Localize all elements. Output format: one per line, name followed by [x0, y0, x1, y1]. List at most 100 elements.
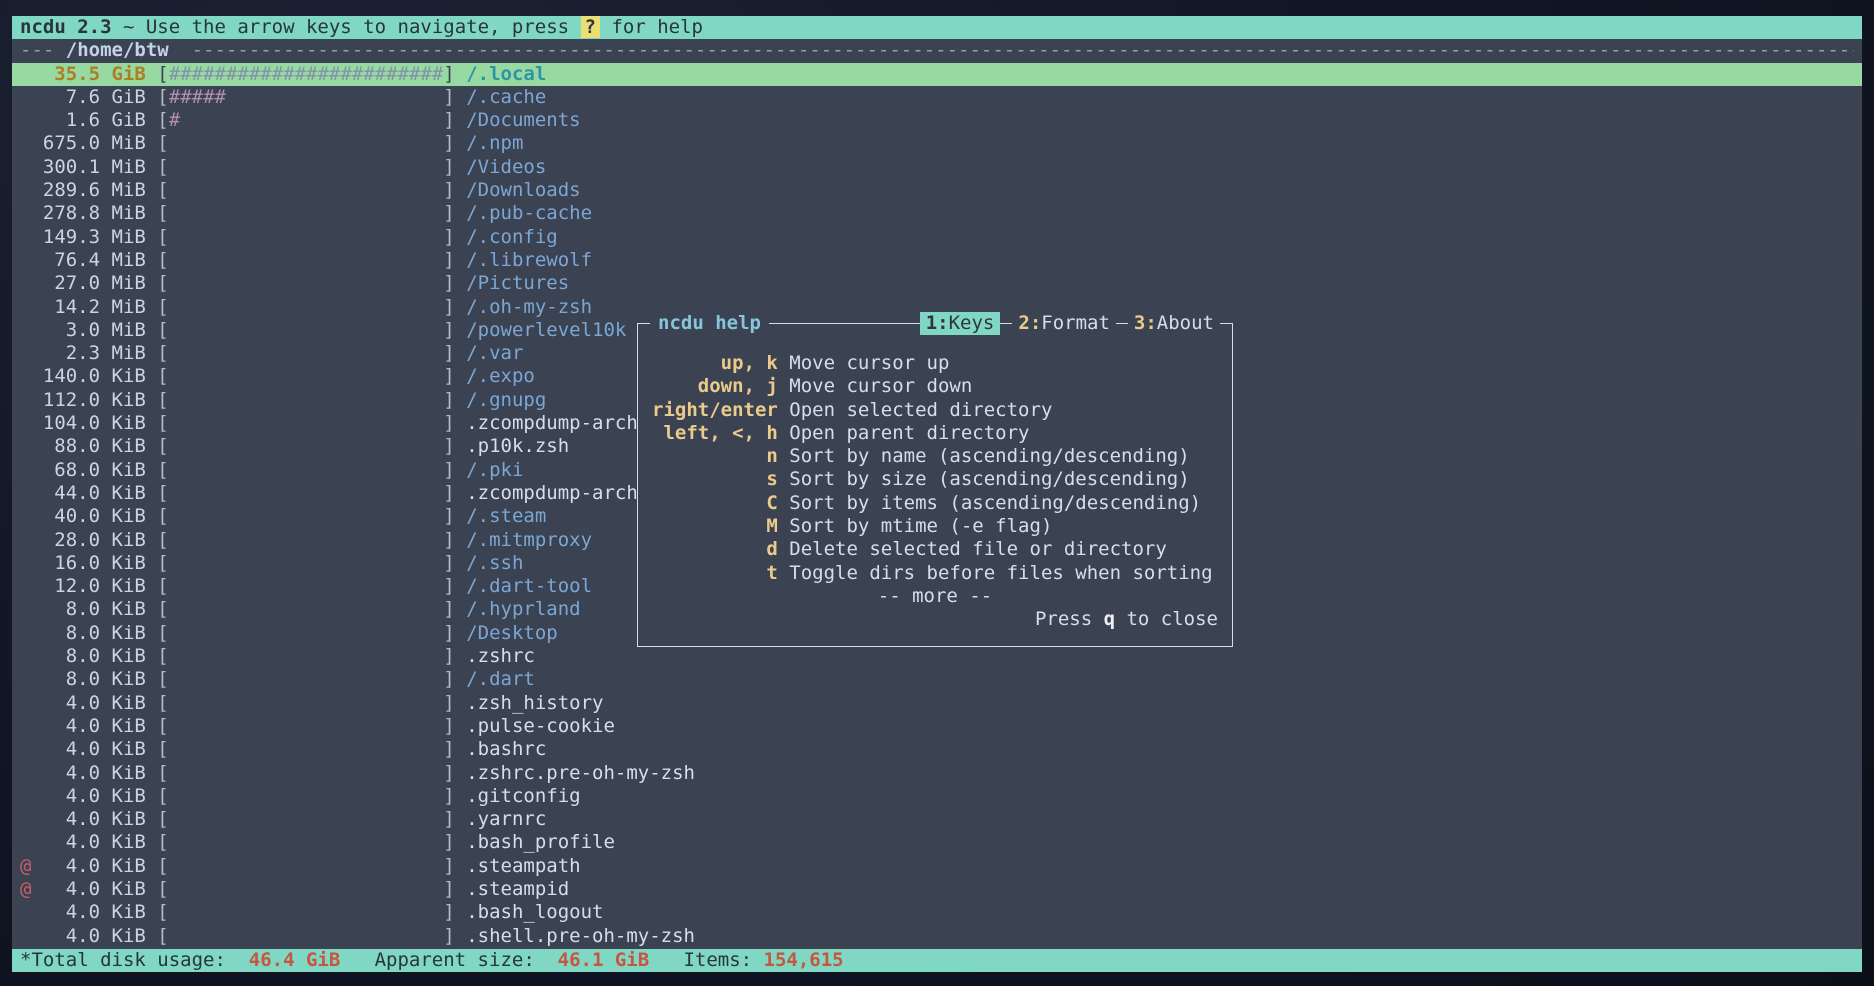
- file-size-unit: GiB: [112, 109, 146, 131]
- file-name: /.ssh: [466, 552, 523, 574]
- file-row[interactable]: 76.4 MiB [] /.librewolf: [12, 249, 1862, 272]
- file-name: .pulse-cookie: [466, 715, 615, 737]
- bar-close-bracket: ]: [443, 435, 454, 457]
- file-row[interactable]: 4.0 KiB [] .bash_profile: [12, 831, 1862, 854]
- bar-close-bracket: ]: [443, 925, 454, 947]
- help-entry-keys: C: [652, 492, 778, 515]
- tab-label: Format: [1041, 312, 1110, 334]
- file-row[interactable]: 1.6 GiB [#] /Documents: [12, 109, 1862, 132]
- file-row[interactable]: 675.0 MiB [] /.npm: [12, 132, 1862, 155]
- file-size: 300.1: [43, 156, 100, 179]
- help-entry-description: Sort by size (ascending/descending): [789, 468, 1189, 490]
- help-entry-description: Sort by mtime (-e flag): [789, 515, 1052, 537]
- file-size-unit: KiB: [112, 762, 146, 784]
- file-name: .p10k.zsh: [466, 435, 569, 457]
- file-size-unit: KiB: [112, 831, 146, 853]
- file-row[interactable]: 8.0 KiB [] .zshrc: [12, 645, 1862, 668]
- file-name: /Videos: [466, 156, 546, 178]
- file-size: 675.0: [43, 132, 100, 155]
- file-row[interactable]: 4.0 KiB [] .gitconfig: [12, 785, 1862, 808]
- file-row[interactable]: 4.0 KiB [] .bashrc: [12, 738, 1862, 761]
- file-size: 4.0: [43, 785, 100, 808]
- file-size-unit: MiB: [112, 272, 146, 294]
- file-size: 8.0: [43, 622, 100, 645]
- bar-close-bracket: ]: [443, 319, 454, 341]
- total-disk-usage-label: *Total disk usage:: [20, 949, 226, 971]
- file-size: 4.0: [43, 855, 100, 878]
- file-row[interactable]: 35.5 GiB [########################] /.lo…: [12, 63, 1862, 86]
- file-size-unit: KiB: [112, 622, 146, 644]
- help-entry: d Delete selected file or directory: [638, 538, 1232, 561]
- file-name: /.local: [466, 63, 546, 85]
- current-path: /home/btw: [54, 39, 180, 62]
- file-size: 149.3: [43, 226, 100, 249]
- help-entry-description: Sort by items (ascending/descending): [789, 492, 1201, 514]
- file-size-unit: KiB: [112, 482, 146, 504]
- file-size: 4.0: [43, 831, 100, 854]
- path-dash-fill: ----------------------------------------…: [180, 39, 1854, 62]
- file-name: /.var: [466, 342, 523, 364]
- file-size-unit: KiB: [112, 459, 146, 481]
- file-name: /Documents: [466, 109, 580, 131]
- help-entry-description: Open parent directory: [789, 422, 1029, 444]
- file-size: 4.0: [43, 762, 100, 785]
- app-title: ncdu 2.3: [20, 16, 112, 38]
- file-row[interactable]: 278.8 MiB [] /.pub-cache: [12, 202, 1862, 225]
- file-size: 16.0: [43, 552, 100, 575]
- bar-open-bracket: [: [157, 272, 168, 294]
- file-row[interactable]: 4.0 KiB [] .zsh_history: [12, 692, 1862, 715]
- file-row[interactable]: 4.0 KiB [] .pulse-cookie: [12, 715, 1862, 738]
- bar-open-bracket: [: [157, 925, 168, 947]
- help-dialog-tab[interactable]: 3:About: [1128, 312, 1220, 335]
- bar-close-bracket: ]: [443, 296, 454, 318]
- symlink-flag-icon: @: [20, 878, 43, 901]
- file-row[interactable]: 289.6 MiB [] /Downloads: [12, 179, 1862, 202]
- help-entry: C Sort by items (ascending/descending): [638, 492, 1232, 515]
- file-name: .bash_logout: [466, 901, 603, 923]
- file-row[interactable]: 27.0 MiB [] /Pictures: [12, 272, 1862, 295]
- bar-close-bracket: ]: [443, 668, 454, 690]
- header-bar: ncdu 2.3 ~ Use the arrow keys to navigat…: [12, 16, 1862, 39]
- help-entry-keys: s: [652, 468, 778, 491]
- file-row[interactable]: 7.6 GiB [#####] /.cache: [12, 86, 1862, 109]
- file-row[interactable]: 4.0 KiB [] .bash_logout: [12, 901, 1862, 924]
- bar-close-bracket: ]: [443, 505, 454, 527]
- file-row[interactable]: 4.0 KiB [] .yarnrc: [12, 808, 1862, 831]
- file-row[interactable]: 8.0 KiB [] /.dart: [12, 668, 1862, 691]
- total-disk-usage-value: 46.4 GiB: [249, 949, 341, 971]
- close-key[interactable]: q: [1104, 608, 1115, 630]
- file-size: 14.2: [43, 296, 100, 319]
- bar-close-bracket: ]: [443, 342, 454, 364]
- help-key-badge[interactable]: ?: [581, 16, 600, 38]
- file-size: 1.6: [43, 109, 100, 132]
- bar-close-bracket: ]: [443, 226, 454, 248]
- bar-close-bracket: ]: [443, 785, 454, 807]
- tab-key: 2:: [1018, 312, 1041, 334]
- help-entry: M Sort by mtime (-e flag): [638, 515, 1232, 538]
- bar-close-bracket: ]: [443, 482, 454, 504]
- file-row[interactable]: @4.0 KiB [] .steampid: [12, 878, 1862, 901]
- usage-bar: #####: [169, 86, 444, 109]
- file-row[interactable]: 4.0 KiB [] .shell.pre-oh-my-zsh: [12, 925, 1862, 948]
- file-size-unit: MiB: [112, 319, 146, 341]
- bar-open-bracket: [: [157, 156, 168, 178]
- file-size: 140.0: [43, 365, 100, 388]
- file-row[interactable]: 300.1 MiB [] /Videos: [12, 156, 1862, 179]
- file-size-unit: KiB: [112, 435, 146, 457]
- file-row[interactable]: 149.3 MiB [] /.config: [12, 226, 1862, 249]
- terminal-window: ncdu 2.3 ~ Use the arrow keys to navigat…: [12, 16, 1862, 972]
- file-row[interactable]: @4.0 KiB [] .steampath: [12, 855, 1862, 878]
- help-dialog-tab[interactable]: 1:Keys: [920, 312, 1001, 335]
- file-name: /Pictures: [466, 272, 569, 294]
- items-label: Items:: [683, 949, 752, 971]
- bar-open-bracket: [: [157, 319, 168, 341]
- apparent-size-label: Apparent size:: [375, 949, 535, 971]
- file-size: 8.0: [43, 598, 100, 621]
- file-size: 4.0: [43, 692, 100, 715]
- file-size-unit: KiB: [112, 901, 146, 923]
- file-size: 4.0: [43, 878, 100, 901]
- file-row[interactable]: 4.0 KiB [] .zshrc.pre-oh-my-zsh: [12, 762, 1862, 785]
- help-dialog-tab[interactable]: 2:Format: [1012, 312, 1116, 335]
- file-size-unit: MiB: [112, 156, 146, 178]
- file-size-unit: MiB: [112, 249, 146, 271]
